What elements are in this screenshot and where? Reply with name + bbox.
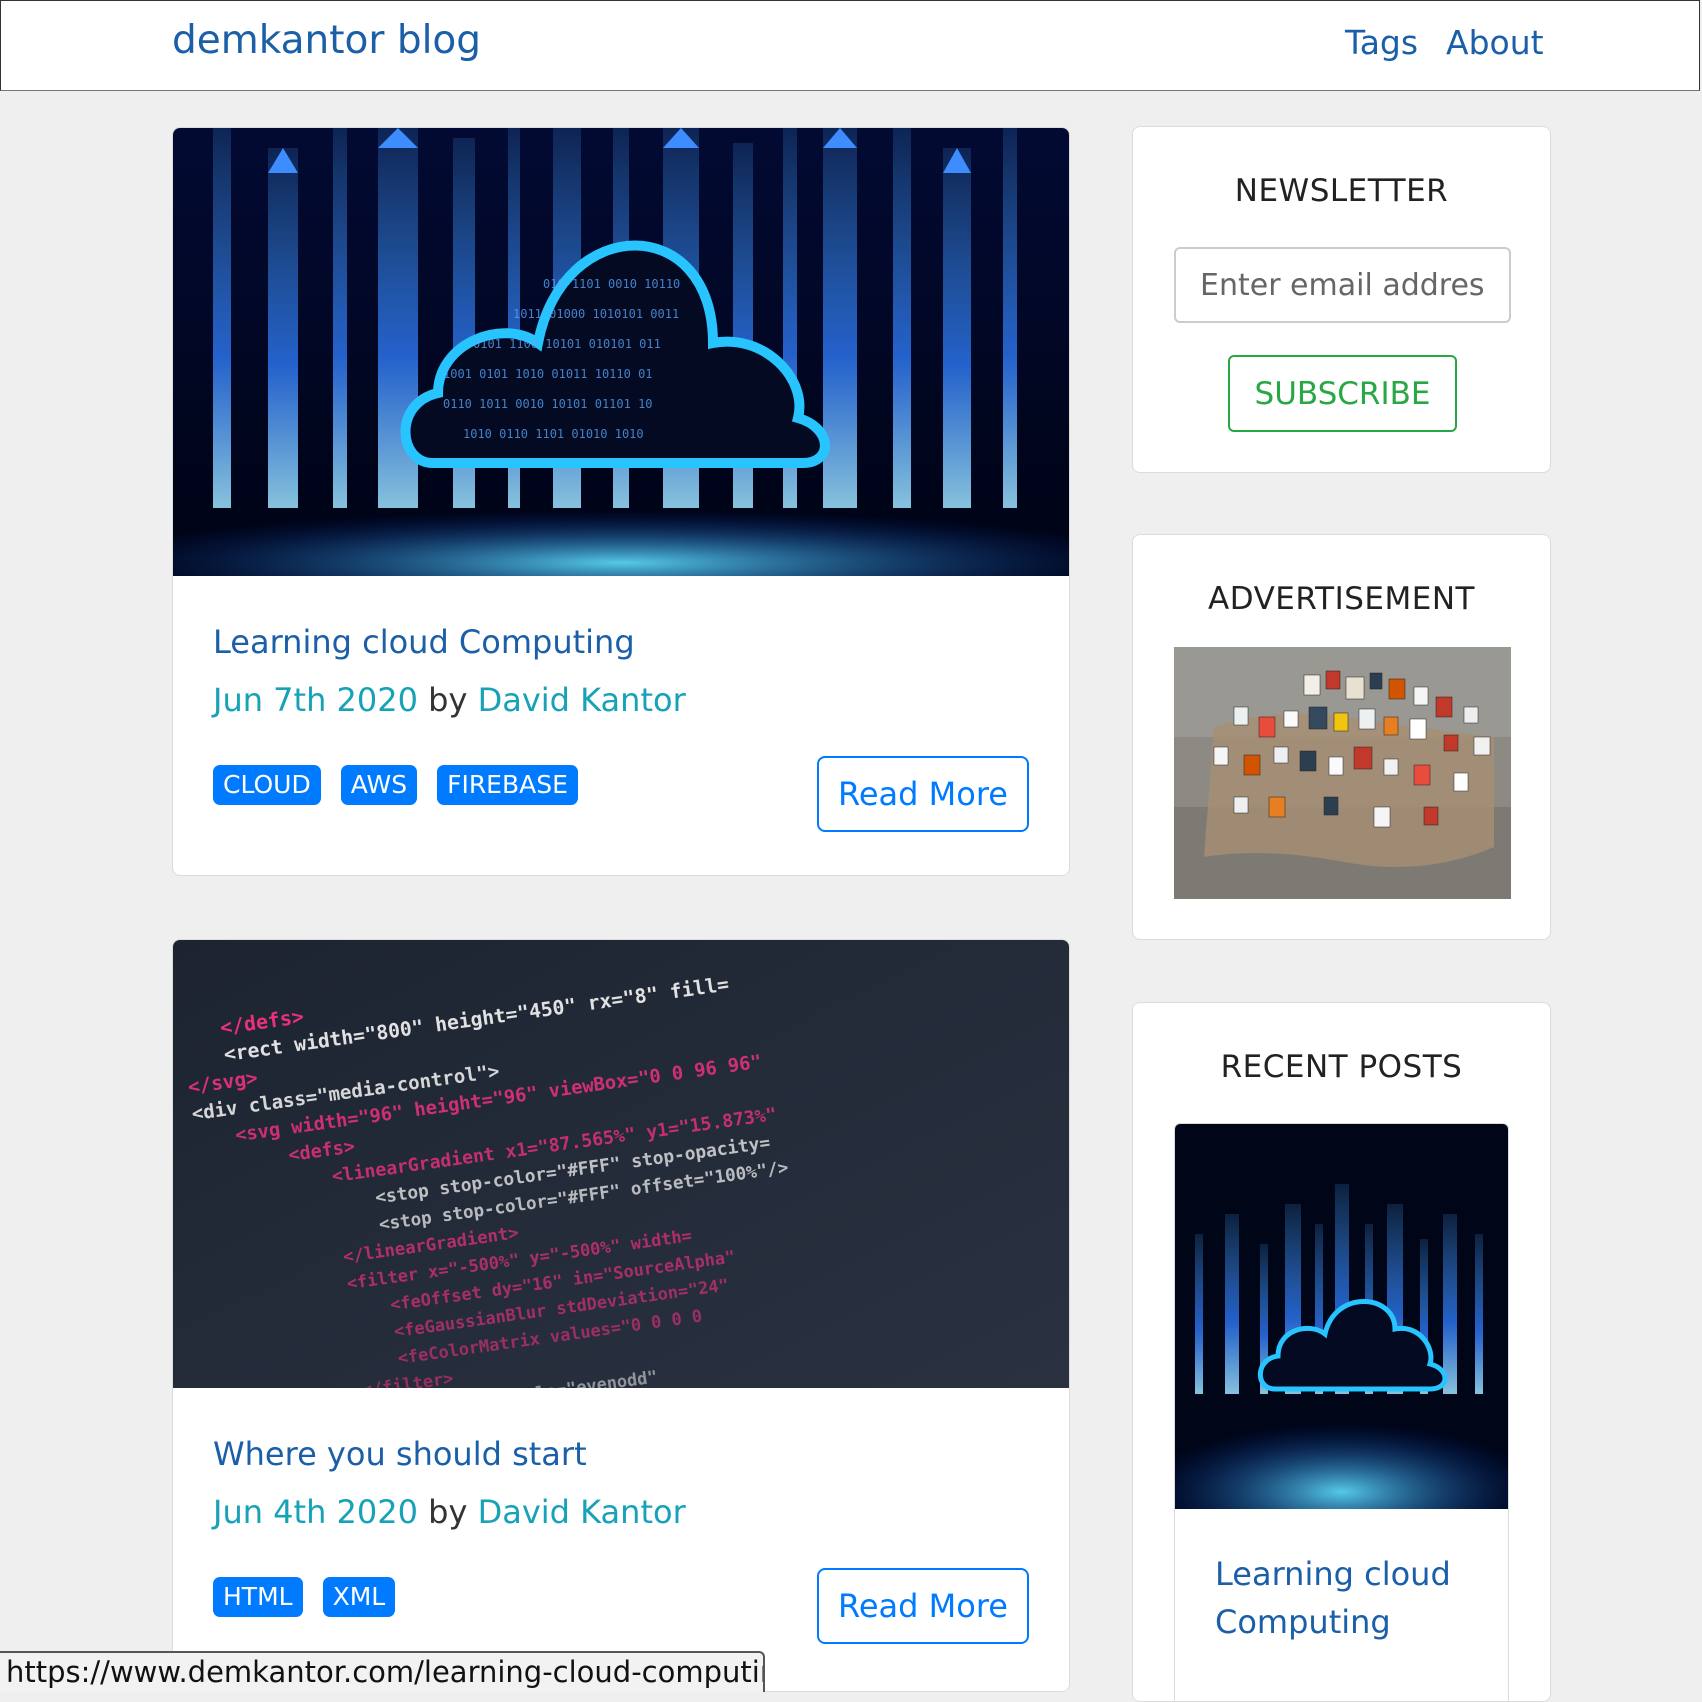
advertisement-widget: ADVERTISEMENT xyxy=(1132,534,1551,940)
svg-text:010 1101 0010 10110: 010 1101 0010 10110 xyxy=(543,277,680,291)
cloud-computing-image[interactable]: 010 1101 0010 10110 1011 01000 1010101 0… xyxy=(173,128,1070,576)
recent-posts-title: RECENT POSTS xyxy=(1220,1049,1463,1085)
svg-text:0110 1011 0010 10101 01101 10: 0110 1011 0010 10101 01101 10 xyxy=(443,397,653,411)
post-by-label: by xyxy=(428,681,468,719)
svg-text:1010 0110 1101 01010 1010: 1010 0110 1101 01010 1010 xyxy=(463,427,644,441)
post-title-link[interactable]: Where you should start xyxy=(213,1435,587,1473)
newsletter-widget: NEWSLETTER SUBSCRIBE xyxy=(1132,126,1551,473)
recent-posts-widget: RECENT POSTS Learning cloud Computing xyxy=(1132,1002,1551,1702)
post-meta: Jun 4th 2020 by David Kantor xyxy=(213,1493,686,1531)
status-bar-url: https://www.demkantor.com/learning-cloud… xyxy=(0,1651,765,1692)
svg-text:1001 0101 1010 01011 10110 01: 1001 0101 1010 01011 10110 01 xyxy=(443,367,653,381)
newsletter-title: NEWSLETTER xyxy=(1234,173,1449,209)
subscribe-button[interactable]: SUBSCRIBE xyxy=(1228,355,1457,432)
read-more-button[interactable]: Read More xyxy=(817,756,1029,832)
recent-post-link[interactable]: Learning cloud Computing xyxy=(1215,1550,1475,1646)
tag-badge[interactable]: XML xyxy=(322,1577,396,1617)
post-card: </defs> <rect width="800" height="450" rx… xyxy=(172,939,1070,1692)
post-author-link[interactable]: David Kantor xyxy=(478,1493,686,1531)
tag-badge[interactable]: FIREBASE xyxy=(437,765,578,805)
top-navbar: demkantor blog Tags About xyxy=(0,0,1700,91)
code-screen-image[interactable]: </defs><rect width="800" height="450" rx… xyxy=(173,940,1070,1388)
recent-post-thumbnail[interactable] xyxy=(1175,1124,1508,1509)
tag-badge[interactable]: HTML xyxy=(213,1577,303,1617)
poster-wall-image[interactable] xyxy=(1174,647,1511,899)
nav-tags-link[interactable]: Tags xyxy=(1345,23,1418,62)
post-date: Jun 7th 2020 xyxy=(213,681,418,719)
post-meta: Jun 7th 2020 by David Kantor xyxy=(213,681,686,719)
tag-badge[interactable]: AWS xyxy=(340,765,418,805)
svg-text:1011 01000 1010101 0011: 1011 01000 1010101 0011 xyxy=(513,307,679,321)
post-title-link[interactable]: Learning cloud Computing xyxy=(213,623,635,661)
post-by-label: by xyxy=(428,1493,468,1531)
recent-post-card: Learning cloud Computing xyxy=(1174,1123,1509,1701)
advertisement-title: ADVERTISEMENT xyxy=(1208,581,1475,617)
post-tags: HTML XML xyxy=(213,1577,396,1617)
post-date: Jun 4th 2020 xyxy=(213,1493,418,1531)
brand-link[interactable]: demkantor blog xyxy=(172,18,481,63)
nav-about-link[interactable]: About xyxy=(1446,23,1544,62)
svg-text:0101 1100 10101 010101 011: 0101 1100 10101 010101 011 xyxy=(473,337,661,351)
read-more-button[interactable]: Read More xyxy=(817,1568,1029,1644)
post-card: 010 1101 0010 10110 1011 01000 1010101 0… xyxy=(172,127,1070,876)
post-tags: CLOUD AWS FIREBASE xyxy=(213,765,578,805)
post-author-link[interactable]: David Kantor xyxy=(478,681,686,719)
tag-badge[interactable]: CLOUD xyxy=(213,765,321,805)
email-input[interactable] xyxy=(1174,247,1511,323)
